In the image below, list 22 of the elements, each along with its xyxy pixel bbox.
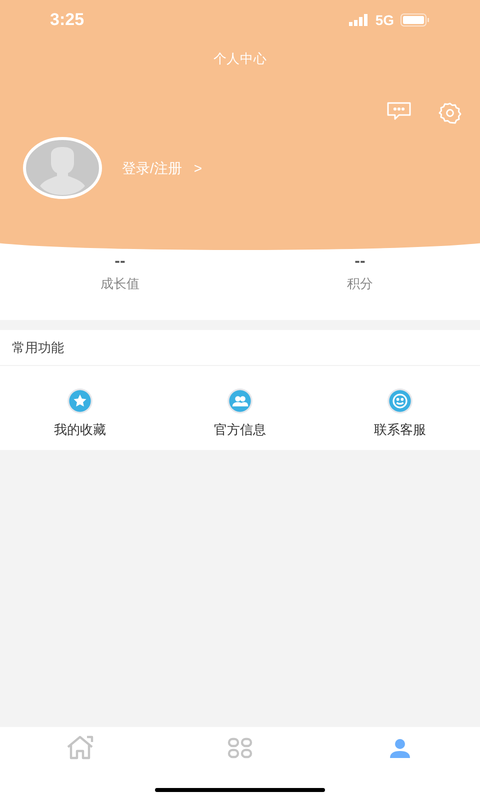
- stat-label: 成长值: [100, 275, 140, 293]
- feature-item[interactable]: 联系客服: [320, 388, 480, 440]
- feature-item[interactable]: 官方信息: [160, 388, 320, 440]
- network-label: 5G: [375, 10, 394, 30]
- message-icon[interactable]: [386, 101, 412, 121]
- status-time: 3:25: [50, 9, 84, 32]
- feature-item[interactable]: 我的收藏: [0, 388, 160, 440]
- star-icon: [67, 388, 93, 414]
- grid-icon: [227, 737, 253, 759]
- stat-value: --: [354, 252, 366, 272]
- section-title: 常用功能: [12, 338, 64, 357]
- avatar[interactable]: [23, 137, 102, 199]
- battery-icon: [400, 13, 430, 27]
- people-icon: [227, 388, 253, 414]
- user-icon: [389, 738, 411, 758]
- smile-icon: [387, 388, 413, 414]
- signal-icon: [349, 14, 370, 26]
- page-title: 个人中心: [213, 50, 267, 68]
- stat-label: 积分: [347, 275, 373, 293]
- settings-icon[interactable]: [438, 101, 462, 125]
- stat-value: --: [114, 252, 126, 272]
- home-icon: [65, 735, 95, 761]
